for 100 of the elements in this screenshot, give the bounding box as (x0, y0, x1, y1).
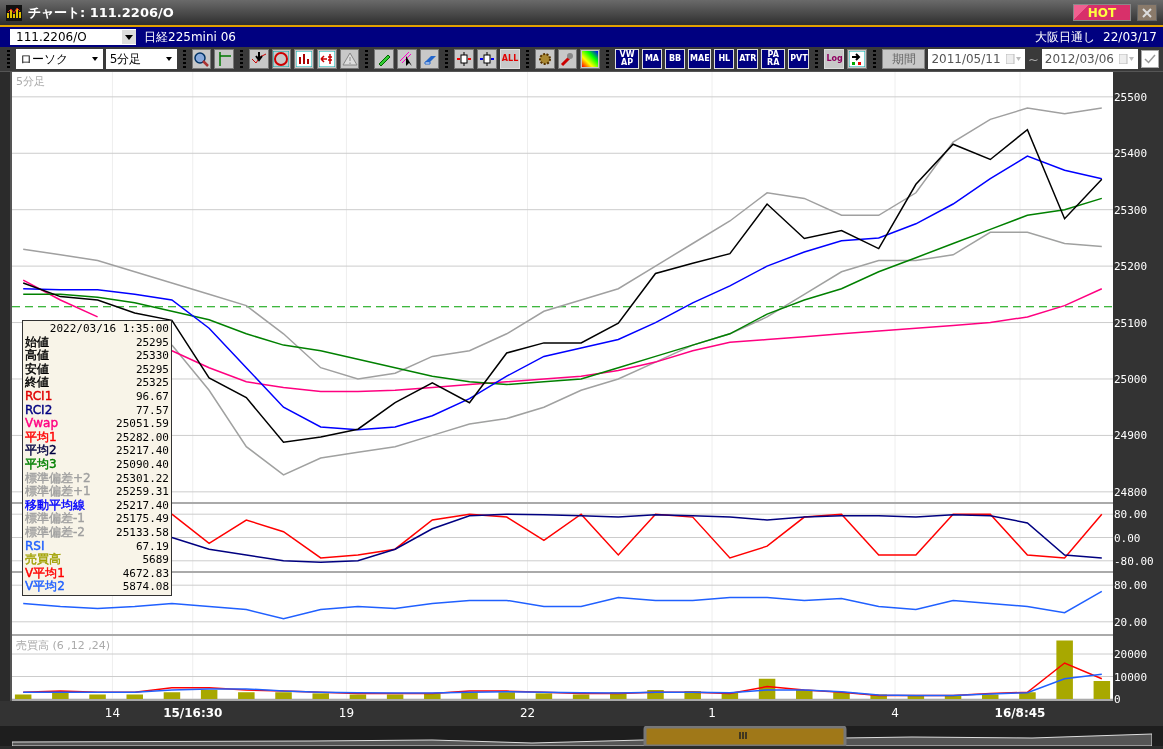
close-icon (1142, 7, 1152, 18)
info-timestamp: 2022/03/16 1:35:00 (49, 322, 169, 336)
indicator-button[interactable]: BB (665, 49, 685, 69)
indicator-button[interactable]: PA RA (761, 49, 786, 69)
info-value: 4672.83 (122, 566, 169, 581)
expand-button[interactable] (454, 49, 475, 69)
bar-chart-icon (296, 51, 313, 67)
warning-icon (341, 51, 358, 67)
info-value: 96.67 (135, 389, 169, 404)
axis-label: 0.00 (1114, 531, 1141, 545)
interval-dropdown[interactable]: 5分足 (105, 49, 177, 69)
axis-label: 20000 (1114, 648, 1148, 661)
info-label: 標準偏差-2 (25, 525, 85, 540)
axis-label: 14 (104, 706, 121, 720)
info-value: 25217.40 (116, 444, 169, 458)
chart-type-dropdown[interactable]: ローソク (15, 49, 103, 69)
info-value: 25175.49 (116, 512, 169, 526)
info-value: 25295 (135, 335, 169, 350)
axis-label: 0 (1114, 693, 1121, 706)
period-button[interactable]: 期間 (882, 49, 926, 69)
info-label: V平均1 (25, 566, 65, 580)
info-label: 高値 (25, 349, 49, 363)
rainbow-icon (582, 51, 599, 67)
info-label: 標準偏差+1 (25, 485, 91, 499)
axis-label: 24800 (1114, 485, 1148, 499)
period-checkbox[interactable] (1141, 50, 1159, 68)
circle-icon (273, 51, 290, 67)
info-value: 25217.40 (116, 498, 169, 513)
info-label: RCI2 (25, 403, 53, 418)
eraser-button[interactable] (419, 49, 440, 69)
axis-label: 16/8:45 (994, 706, 1046, 720)
close-button[interactable] (1137, 4, 1157, 21)
axis-label: 19 (338, 706, 355, 720)
info-label: 標準偏差+2 (25, 471, 91, 485)
axis-label: 25500 (1114, 90, 1148, 104)
info-label: 移動平均線 (25, 498, 85, 512)
axis-label: -80.00 (1114, 554, 1154, 568)
axis-label: 1 (708, 706, 716, 720)
info-label: 終値 (25, 376, 49, 390)
caret-icon (164, 56, 173, 62)
calendar-icon (1005, 54, 1022, 64)
search-button[interactable] (191, 49, 212, 69)
symbol-dropdown[interactable]: 111.2206/O (10, 29, 136, 45)
info-label: 始値 (25, 335, 49, 349)
axis-label: 80.00 (1114, 508, 1148, 522)
end-date-field[interactable]: 2012/03/06 (1041, 49, 1139, 69)
axis-label: 25400 (1114, 147, 1148, 161)
info-value: 67.19 (135, 539, 169, 554)
caret-icon (90, 56, 99, 62)
candle-icon (479, 51, 495, 67)
axis-label: 25200 (1114, 260, 1148, 274)
info-value: 5874.08 (122, 580, 169, 594)
indicator-button[interactable]: PVT (788, 49, 810, 69)
range-separator: ~ (1027, 51, 1039, 67)
color-button[interactable] (580, 49, 601, 69)
chart-tool-button[interactable] (317, 49, 337, 69)
axis-label: 25000 (1114, 372, 1148, 386)
info-value: 25330 (135, 349, 169, 363)
settings-button[interactable] (534, 49, 555, 69)
gear-icon (536, 51, 553, 67)
window-title: チャート: 111.2206/O (28, 3, 175, 22)
info-value: 25301.22 (116, 471, 169, 486)
info-label: 平均1 (25, 430, 57, 444)
info-label: RSI (25, 539, 45, 553)
chart-tool-button[interactable] (271, 49, 292, 69)
instrument-name: 日経225mini 06 (144, 28, 237, 46)
info-label: V平均2 (25, 580, 65, 594)
indicator-button[interactable]: MA (642, 49, 662, 69)
check-icon (1144, 54, 1157, 64)
arrow-icon (318, 51, 335, 67)
pane-title: 売買高 (6 ,12 ,24) (16, 638, 111, 653)
axis-label: 20.00 (1114, 615, 1148, 629)
indicator-button[interactable]: HL (714, 49, 735, 69)
info-value: 77.57 (135, 403, 169, 418)
info-value: 25133.58 (116, 525, 169, 540)
warning-button[interactable] (339, 49, 360, 69)
log-button[interactable]: Log (824, 49, 845, 69)
info-value: 5689 (142, 553, 169, 567)
chart-tool-button[interactable] (294, 49, 314, 69)
app-icon (6, 4, 22, 21)
session-label: 大阪日通し (1035, 28, 1096, 46)
start-date-field[interactable]: 2011/05/11 (928, 49, 1025, 69)
date-label: 22/03/17 (1103, 30, 1157, 44)
pane-title: 5分足 (16, 74, 45, 89)
indicator-button[interactable]: ATR (737, 49, 759, 69)
pointer-button[interactable] (397, 49, 417, 69)
pencil-button[interactable] (374, 49, 395, 69)
info-label: RCI1 (25, 389, 53, 404)
shrink-button[interactable] (477, 49, 497, 69)
scrollbar-drawing[interactable] (12, 726, 1152, 746)
axis-label: 25300 (1114, 203, 1148, 217)
hot-button[interactable]: HOT (1073, 4, 1131, 21)
indicator-button[interactable]: VW AP (615, 49, 639, 69)
info-value: 25259.31 (116, 485, 169, 499)
info-label: 平均3 (25, 457, 57, 472)
indicator-button[interactable]: MAE (688, 49, 712, 69)
caret-icon (122, 30, 136, 44)
axis-label: 80.00 (1114, 579, 1148, 593)
axis-label: 24900 (1114, 429, 1148, 443)
chart-tool-button[interactable] (248, 49, 269, 69)
